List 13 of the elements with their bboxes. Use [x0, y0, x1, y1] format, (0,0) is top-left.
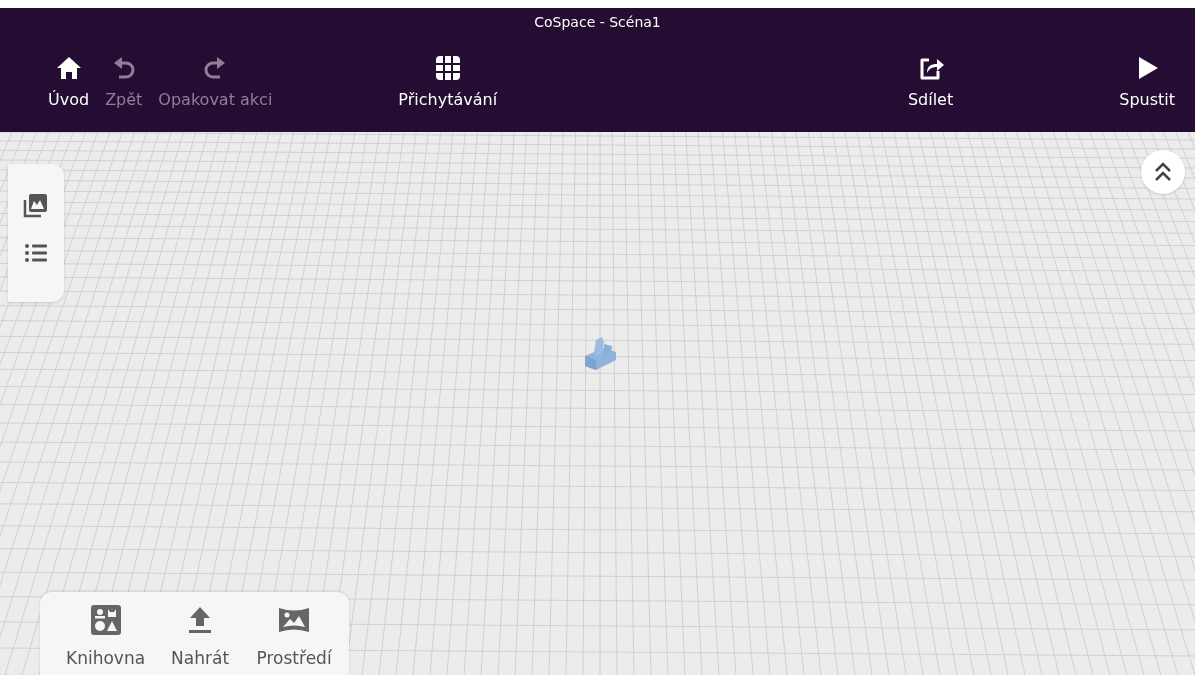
snap-button[interactable]: Přichytávání: [390, 54, 506, 112]
double-chevron-up-icon: [1153, 161, 1173, 183]
grid-icon: [433, 54, 462, 82]
window-title: CoSpace - Scéna1: [533, 13, 662, 32]
collapse-button[interactable]: [1141, 150, 1185, 194]
environment-button[interactable]: Prostředí: [249, 603, 340, 671]
home-button[interactable]: Úvod: [40, 54, 98, 112]
share-button[interactable]: Sdílet: [899, 54, 962, 112]
run-button[interactable]: Spustit: [1111, 54, 1183, 112]
shapes-icon: [89, 603, 122, 636]
gallery-icon[interactable]: [23, 192, 49, 218]
library-button[interactable]: Knihovna: [60, 603, 152, 671]
upload-button[interactable]: Nahrát: [155, 603, 246, 671]
